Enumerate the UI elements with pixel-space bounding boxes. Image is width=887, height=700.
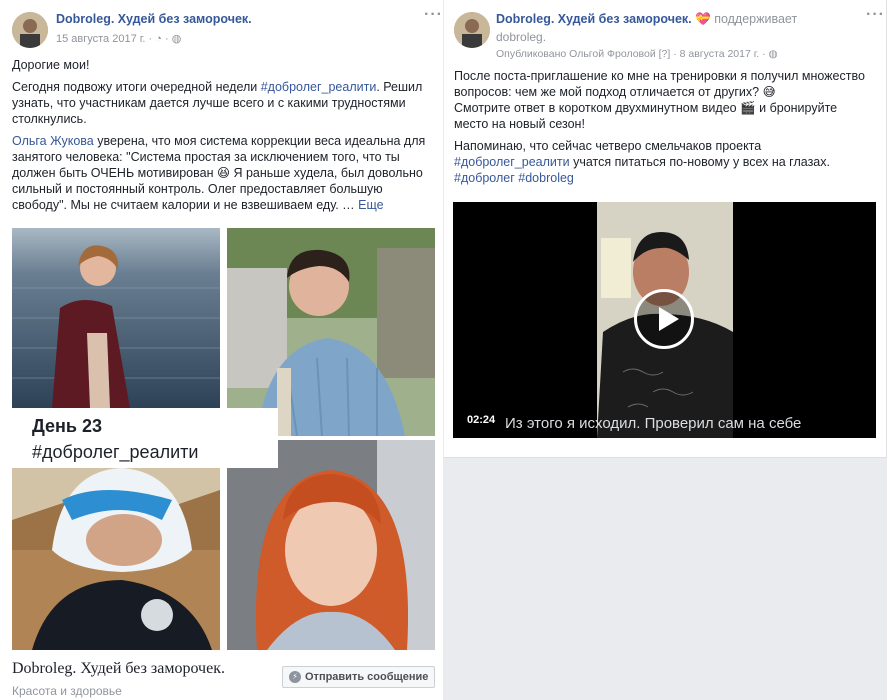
more-dots-icon[interactable]: ···	[866, 6, 885, 24]
page-name-text[interactable]: Dobroleg. Худей без заморочек.	[496, 12, 692, 26]
video-player[interactable]: 02:24 Из этого я исходил. Проверил сам н…	[453, 202, 876, 438]
globe-icon: ◍	[768, 48, 778, 60]
paragraph-3: Напоминаю, что сейчас четверо смельчаков…	[454, 138, 874, 170]
paragraph-2: Смотрите ответ в коротком двухминутном в…	[454, 101, 838, 131]
clock-icon: ◔	[155, 33, 162, 45]
photo-4[interactable]	[227, 440, 435, 650]
hashtags-line: #добролег #dobroleg	[454, 170, 874, 186]
hashtag-link[interactable]: #добролег_реалити	[454, 155, 570, 169]
post-text: Дорогие мои! Сегодня подвожу итоги очере…	[12, 57, 432, 219]
footer-category: Красота и здоровье	[12, 684, 122, 698]
send-message-button[interactable]: ⚡ Отправить сообщение	[282, 666, 436, 688]
paragraph-3-text: Напоминаю, что сейчас четверо смельчаков…	[454, 139, 762, 153]
heart-badge-icon: 💝	[695, 12, 711, 26]
published-by: Опубликовано Ольгой Фроловой [?] · 8 авг…	[496, 48, 778, 60]
paragraph-3-b: учатся питаться по-новому у всех на глаз…	[569, 155, 830, 169]
hashtag-link[interactable]: #добролег_реалити	[261, 80, 377, 94]
post-date[interactable]: 15 августа 2017 г. · ◔ · ◍	[56, 32, 181, 45]
photo-1[interactable]	[12, 228, 220, 408]
hashtag-dobroleg-en[interactable]: #dobroleg	[518, 171, 574, 185]
page-avatar[interactable]	[12, 12, 48, 48]
day-tag: #добролег_реалити	[32, 442, 199, 462]
post-left: Dobroleg. Худей без заморочек. 15 август…	[0, 0, 443, 700]
footer-page-name[interactable]: Dobroleg. Худей без заморочек.	[12, 660, 225, 678]
post-date-text[interactable]: 15 августа 2017 г. ·	[56, 33, 152, 45]
supports-text: поддерживает	[714, 12, 798, 26]
page-name-link[interactable]: Dobroleg. Худей без заморочек.	[56, 12, 252, 26]
day-overlay: День 23 #добролег_реалити	[12, 408, 278, 468]
greeting: Дорогие мои!	[12, 58, 90, 72]
see-more-link[interactable]: Еще	[358, 198, 383, 212]
page-name-link: Dobroleg. Худей без заморочек. 💝 поддерж…	[496, 12, 797, 27]
paragraph-1: Сегодня подвожу итоги очередной недели #…	[12, 79, 432, 127]
page-avatar[interactable]	[454, 12, 490, 48]
play-icon[interactable]	[634, 289, 694, 349]
video-time: 02:24	[467, 414, 496, 426]
page-subtitle: dobroleg.	[496, 30, 547, 44]
hashtag-dobroleg-ru[interactable]: #добролег	[454, 171, 515, 185]
paragraph-1-a: Сегодня подвожу итоги очередной недели	[12, 80, 261, 94]
send-message-label: Отправить сообщение	[305, 671, 429, 683]
person-link[interactable]: Ольга Жукова	[12, 134, 94, 148]
post-text: После поста-приглашение ко мне на тренир…	[454, 68, 874, 192]
post-right: Dobroleg. Худей без заморочек. 💝 поддерж…	[444, 0, 887, 458]
paragraph-2: Ольга Жукова уверена, что моя система ко…	[12, 133, 432, 213]
paragraph-1: После поста-приглашение ко мне на тренир…	[454, 69, 865, 99]
more-dots-icon[interactable]: ···	[424, 6, 443, 24]
day-label: День 23	[32, 416, 103, 436]
photo-2[interactable]	[227, 228, 435, 436]
messenger-icon: ⚡	[289, 671, 301, 683]
globe-icon: ◍	[171, 33, 182, 45]
video-caption: Из этого я исходил. Проверил сам на себе	[505, 415, 802, 432]
photo-3[interactable]	[12, 440, 220, 650]
published-by-text[interactable]: Опубликовано Ольгой Фроловой [?] · 8 авг…	[496, 48, 766, 60]
